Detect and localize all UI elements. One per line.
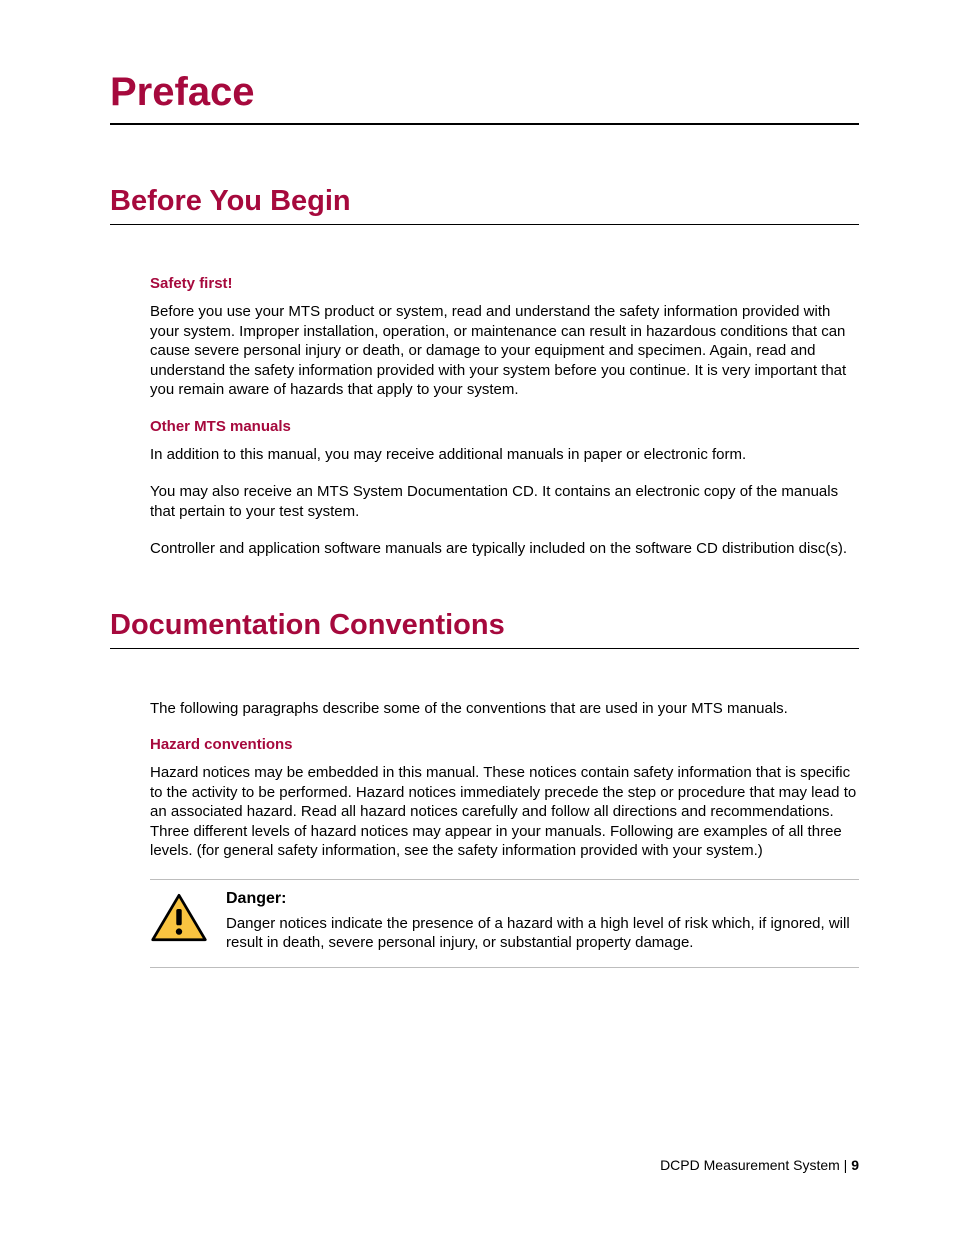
- footer-separator: |: [840, 1157, 851, 1173]
- paragraph: In addition to this manual, you may rece…: [150, 445, 859, 465]
- section-heading: Before You Begin: [110, 185, 859, 225]
- paragraph: Hazard notices may be embedded in this m…: [150, 763, 859, 861]
- subheading: Other MTS manuals: [150, 418, 859, 435]
- section-body: Safety first! Before you use your MTS pr…: [150, 275, 859, 559]
- page-footer: DCPD Measurement System | 9: [660, 1157, 859, 1173]
- danger-callout: Danger: Danger notices indicate the pres…: [150, 890, 859, 953]
- paragraph: Before you use your MTS product or syste…: [150, 302, 859, 400]
- section-body: The following paragraphs describe some o…: [150, 699, 859, 968]
- document-page: Preface Before You Begin Safety first! B…: [0, 0, 954, 968]
- divider: [150, 967, 859, 968]
- chapter-title: Preface: [110, 70, 859, 125]
- callout-text: Danger notices indicate the presence of …: [226, 914, 859, 953]
- paragraph: You may also receive an MTS System Docum…: [150, 482, 859, 521]
- section-heading: Documentation Conventions: [110, 609, 859, 649]
- divider: [150, 879, 859, 880]
- callout-title: Danger:: [226, 890, 859, 908]
- warning-triangle-icon: [150, 892, 208, 944]
- page-number: 9: [851, 1157, 859, 1173]
- callout-body: Danger: Danger notices indicate the pres…: [226, 890, 859, 953]
- paragraph: Controller and application software manu…: [150, 539, 859, 559]
- footer-doc-title: DCPD Measurement System: [660, 1157, 840, 1173]
- paragraph: The following paragraphs describe some o…: [150, 699, 859, 719]
- subheading: Safety first!: [150, 275, 859, 292]
- subheading: Hazard conventions: [150, 736, 859, 753]
